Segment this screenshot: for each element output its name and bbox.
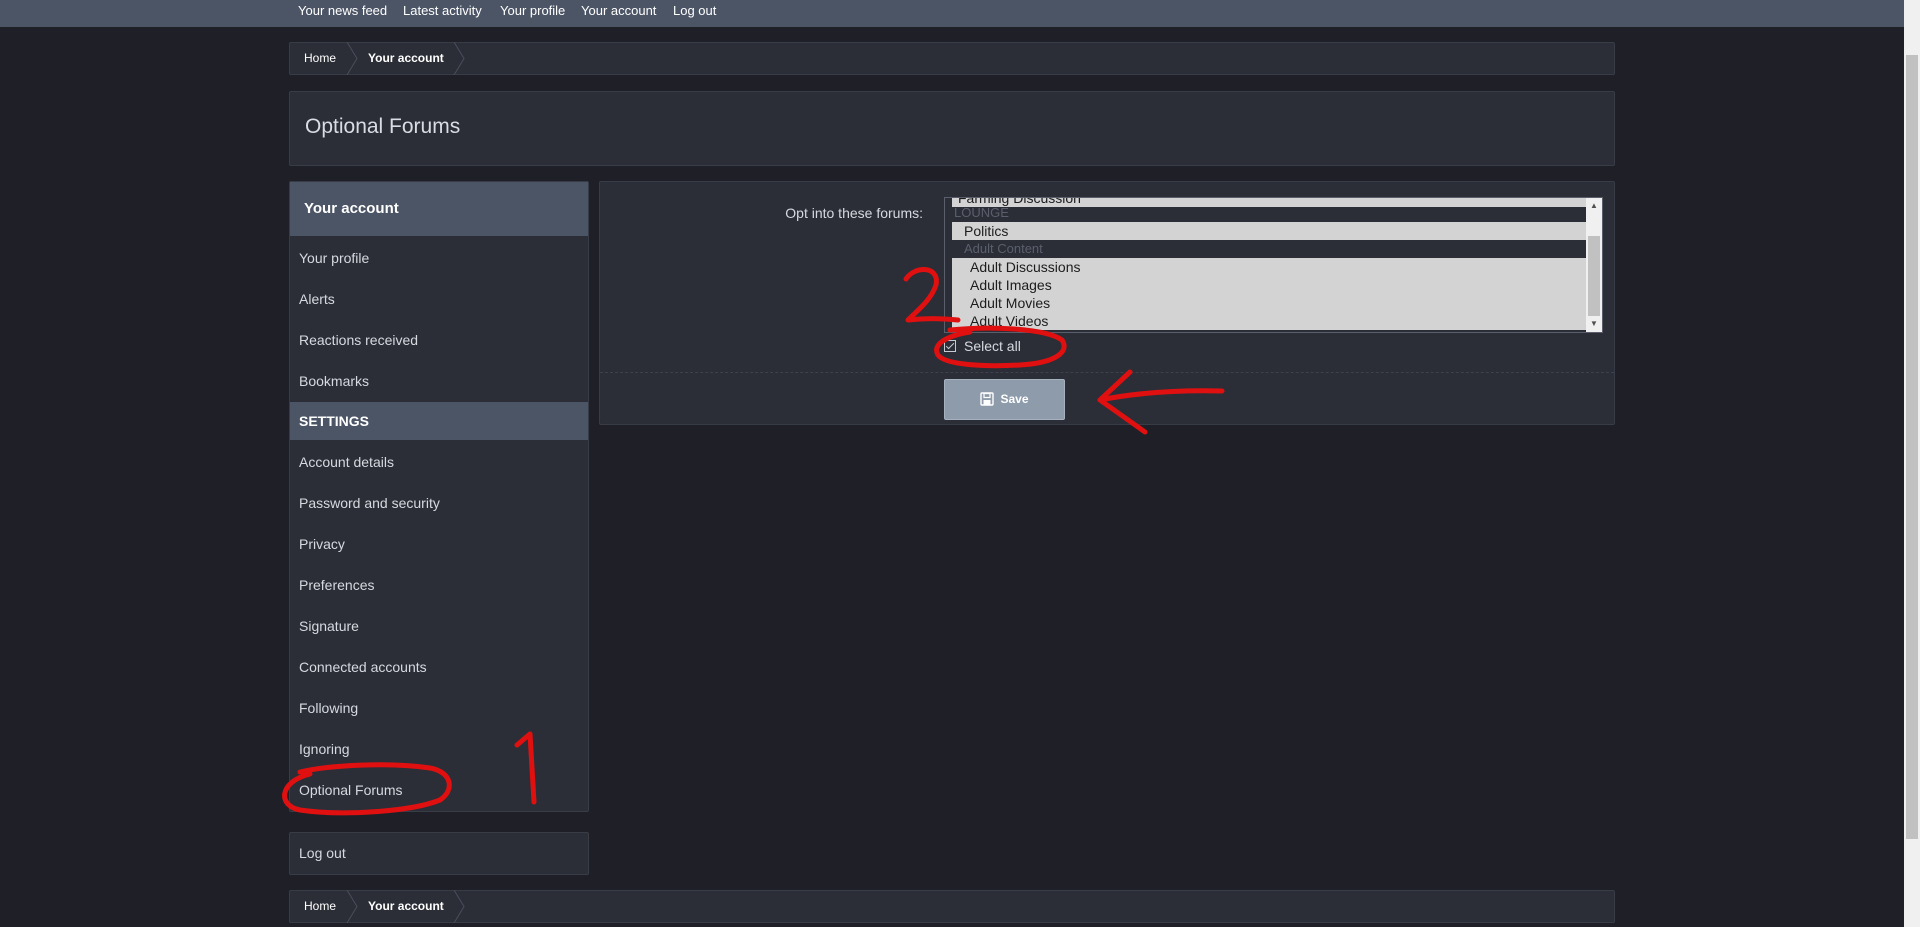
list-option[interactable]: Adult Images [952,276,1586,294]
list-group-label: Adult Content [964,241,1043,256]
breadcrumb-home[interactable]: Home [304,43,336,74]
top-navigation: Your news feed Latest activity Your prof… [0,0,1920,27]
page-scrollbar-thumb[interactable] [1906,55,1918,839]
save-button[interactable]: Save [944,379,1065,420]
list-option[interactable]: Politics [952,222,1586,240]
list-scrollbar[interactable]: ▲ ▼ [1586,198,1602,332]
save-label[interactable]: Save [1000,392,1028,406]
sidebar-item-reactions-received[interactable]: Reactions received [290,320,588,361]
scrollbar-thumb[interactable] [1588,236,1600,316]
account-sidebar: Your account Your profile Alerts Reactio… [289,181,589,812]
sidebar-item-alerts[interactable]: Alerts [290,279,588,320]
sidebar-item-optional-forums[interactable]: Optional Forums [290,770,588,811]
sidebar-logout[interactable]: Log out [289,832,589,875]
nav-log-out[interactable]: Log out [673,3,716,18]
form-divider [600,372,1614,373]
nav-latest-activity[interactable]: Latest activity [403,3,482,18]
breadcrumb-current[interactable]: Your account [368,891,444,922]
sidebar-item-preferences[interactable]: Preferences [290,565,588,606]
list-option[interactable]: Adult Discussions [952,258,1586,276]
sidebar-item-bookmarks[interactable]: Bookmarks [290,361,588,402]
select-all-label[interactable]: Select all [964,338,1021,354]
sidebar-item-account-details[interactable]: Account details [290,442,588,483]
sidebar-item-signature[interactable]: Signature [290,606,588,647]
save-icon [980,392,995,406]
sidebar-item-password-security[interactable]: Password and security [290,483,588,524]
list-option[interactable]: Adult Videos [952,312,1586,330]
scroll-down-icon[interactable]: ▼ [1586,316,1602,332]
nav-your-profile[interactable]: Your profile [500,3,565,18]
scroll-up-icon[interactable]: ▲ [1586,198,1602,214]
checkbox-checked-icon[interactable] [944,340,956,352]
sidebar-item-connected-accounts[interactable]: Connected accounts [290,647,588,688]
breadcrumb-home[interactable]: Home [304,891,336,922]
sidebar-item-your-profile[interactable]: Your profile [290,238,588,279]
sidebar-section-settings: SETTINGS [290,402,588,440]
breadcrumb-bottom: Home Your account [289,890,1615,923]
sidebar-item-ignoring[interactable]: Ignoring [290,729,588,770]
chevron-right-icon [453,42,465,75]
page-scrollbar[interactable] [1904,0,1920,927]
sidebar-item-privacy[interactable]: Privacy [290,524,588,565]
nav-your-account[interactable]: Your account [581,3,656,18]
forums-label: Opt into these forums: [785,205,923,221]
sidebar-item-following[interactable]: Following [290,688,588,729]
list-group-label: LOUNGE [954,205,1009,220]
list-option[interactable]: Adult Movies [952,294,1586,312]
sidebar-heading[interactable]: Your account [290,182,588,236]
forums-multiselect[interactable]: Farming Discussion LOUNGE Politics Adult… [944,197,1603,333]
select-all-checkbox[interactable]: Select all [944,338,1021,358]
chevron-right-icon [453,890,465,923]
optional-forums-form: Opt into these forums: Farming Discussio… [599,181,1615,425]
nav-your-news-feed[interactable]: Your news feed [298,3,387,18]
page-title: Optional Forums [305,115,461,138]
breadcrumb: Home Your account [289,42,1615,75]
chevron-right-icon [346,890,358,923]
chevron-right-icon [346,42,358,75]
breadcrumb-current[interactable]: Your account [368,43,444,74]
page-header: Optional Forums [289,91,1615,166]
